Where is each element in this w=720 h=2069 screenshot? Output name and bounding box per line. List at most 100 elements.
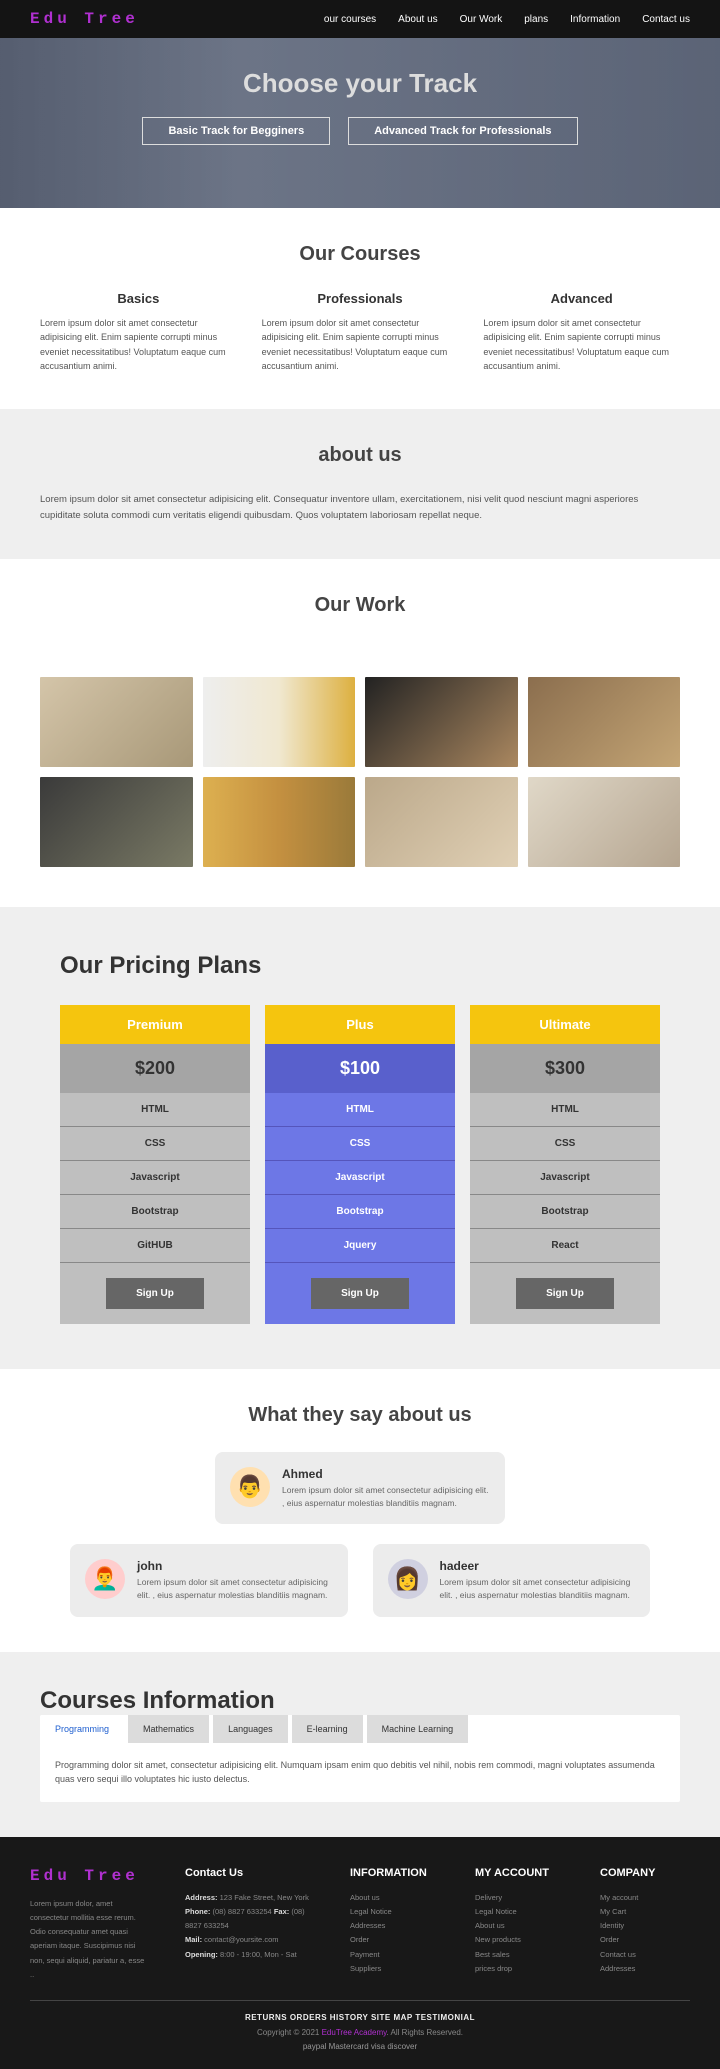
footer-link[interactable]: Identity [600,1919,690,1933]
footer-bottom-links[interactable]: RETURNS ORDERS HISTORY SITE MAP TESTIMON… [30,2011,690,2025]
footer-desc: Lorem ipsum dolor, amet consectetur moll… [30,1897,150,1983]
plan-feature: HTML [470,1093,660,1127]
testimonial-text: Lorem ipsum dolor sit amet consectetur a… [282,1484,490,1510]
course-name: Professionals [262,291,459,306]
footer-col-title: COMPANY [600,1867,690,1879]
footer-link[interactable]: Delivery [475,1891,565,1905]
plan-feature: HTML [60,1093,250,1127]
footer-link[interactable]: About us [350,1891,440,1905]
plan-feature: Bootstrap [265,1195,455,1229]
advanced-track-button[interactable]: Advanced Track for Professionals [348,117,577,145]
plan-name: Premium [60,1005,250,1044]
footer-link[interactable]: Order [350,1933,440,1947]
gallery-image [365,777,518,867]
nav-plans[interactable]: plans [524,14,548,25]
testimonial-name: john [137,1559,333,1573]
avatar-icon: 👨‍🦰 [85,1559,125,1599]
plan-feature: HTML [265,1093,455,1127]
hero-title: Choose your Track [243,68,477,99]
nav-about[interactable]: About us [398,14,437,25]
footer-link[interactable]: My account [600,1891,690,1905]
hero: Choose your Track Basic Track for Beggin… [0,38,720,208]
footer-link[interactable]: New products [475,1933,565,1947]
info-section: Courses Information ProgrammingMathemati… [0,1652,720,1837]
plan-name: Plus [265,1005,455,1044]
course-professionals: Professionals Lorem ipsum dolor sit amet… [262,291,459,374]
tab-mathematics[interactable]: Mathematics [128,1715,209,1743]
tab-programming[interactable]: Programming [40,1715,124,1743]
footer-col-title: MY ACCOUNT [475,1867,565,1879]
work-section: Our Work [0,559,720,677]
avatar-icon: 👩 [388,1559,428,1599]
gallery-image [40,677,193,767]
about-text: Lorem ipsum dolor sit amet consectetur a… [40,492,680,524]
signup-button[interactable]: Sign Up [311,1278,409,1309]
testimonial-card: 👨‍🦰 john Lorem ipsum dolor sit amet cons… [70,1544,348,1617]
plan-ultimate: Ultimate $300 HTMLCSSJavascriptBootstrap… [470,1005,660,1324]
courses-title: Our Courses [40,243,680,266]
signup-button[interactable]: Sign Up [106,1278,204,1309]
nav-contact[interactable]: Contact us [642,14,690,25]
tab-machine-learning[interactable]: Machine Learning [367,1715,469,1743]
plan-feature: Jquery [265,1229,455,1263]
testimonials-title: What they say about us [40,1404,680,1427]
footer-col-title: INFORMATION [350,1867,440,1879]
testimonial-text: Lorem ipsum dolor sit amet consectetur a… [440,1576,636,1602]
pricing-title: Our Pricing Plans [60,952,660,980]
plan-feature: GitHUB [60,1229,250,1263]
courses-section: Our Courses Basics Lorem ipsum dolor sit… [0,208,720,409]
nav-courses[interactable]: our courses [324,14,376,25]
contact-title: Contact Us [185,1867,315,1879]
gallery-image [40,777,193,867]
course-basics: Basics Lorem ipsum dolor sit amet consec… [40,291,237,374]
info-title: Courses Information [40,1687,680,1715]
gallery-image [365,677,518,767]
footer-logo: Edu Tree [30,1867,150,1885]
gallery [0,677,720,907]
plan-feature: Javascript [470,1161,660,1195]
pricing-section: Our Pricing Plans Premium $200 HTMLCSSJa… [0,907,720,1369]
nav-links: our courses About us Our Work plans Info… [324,14,690,25]
nav-work[interactable]: Our Work [460,14,503,25]
testimonial-text: Lorem ipsum dolor sit amet consectetur a… [137,1576,333,1602]
plan-feature: CSS [265,1127,455,1161]
footer-link[interactable]: Order [600,1933,690,1947]
signup-button[interactable]: Sign Up [516,1278,614,1309]
tab-content: Programming dolor sit amet, consectetur … [40,1743,680,1802]
tab-e-learning[interactable]: E-learning [292,1715,363,1743]
gallery-image [203,777,356,867]
basic-track-button[interactable]: Basic Track for Begginers [142,117,330,145]
avatar-icon: 👨 [230,1467,270,1507]
gallery-image [528,777,681,867]
tab-languages[interactable]: Languages [213,1715,288,1743]
footer-link[interactable]: Legal Notice [475,1905,565,1919]
course-name: Advanced [483,291,680,306]
top-nav: Edu Tree our courses About us Our Work p… [0,0,720,38]
plan-plus: Plus $100 HTMLCSSJavascriptBootstrapJque… [265,1005,455,1324]
plan-price: $300 [470,1044,660,1093]
footer-link[interactable]: Legal Notice [350,1905,440,1919]
plan-feature: React [470,1229,660,1263]
footer-link[interactable]: prices drop [475,1962,565,1976]
course-advanced: Advanced Lorem ipsum dolor sit amet cons… [483,291,680,374]
about-section: about us Lorem ipsum dolor sit amet cons… [0,409,720,559]
plan-feature: Javascript [265,1161,455,1195]
footer-link[interactable]: Addresses [350,1919,440,1933]
footer-link[interactable]: Suppliers [350,1962,440,1976]
footer-link[interactable]: Addresses [600,1962,690,1976]
plan-feature: Bootstrap [60,1195,250,1229]
plan-feature: Javascript [60,1161,250,1195]
plan-feature: CSS [470,1127,660,1161]
nav-info[interactable]: Information [570,14,620,25]
payment-methods: paypal Mastercard visa discover [30,2040,690,2054]
footer-link[interactable]: My Cart [600,1905,690,1919]
footer-link[interactable]: About us [475,1919,565,1933]
about-title: about us [40,444,680,467]
course-desc: Lorem ipsum dolor sit amet consectetur a… [40,316,237,374]
plan-premium: Premium $200 HTMLCSSJavascriptBootstrapG… [60,1005,250,1324]
course-name: Basics [40,291,237,306]
gallery-image [203,677,356,767]
plan-name: Ultimate [470,1005,660,1044]
course-desc: Lorem ipsum dolor sit amet consectetur a… [262,316,459,374]
testimonial-name: Ahmed [282,1467,490,1481]
